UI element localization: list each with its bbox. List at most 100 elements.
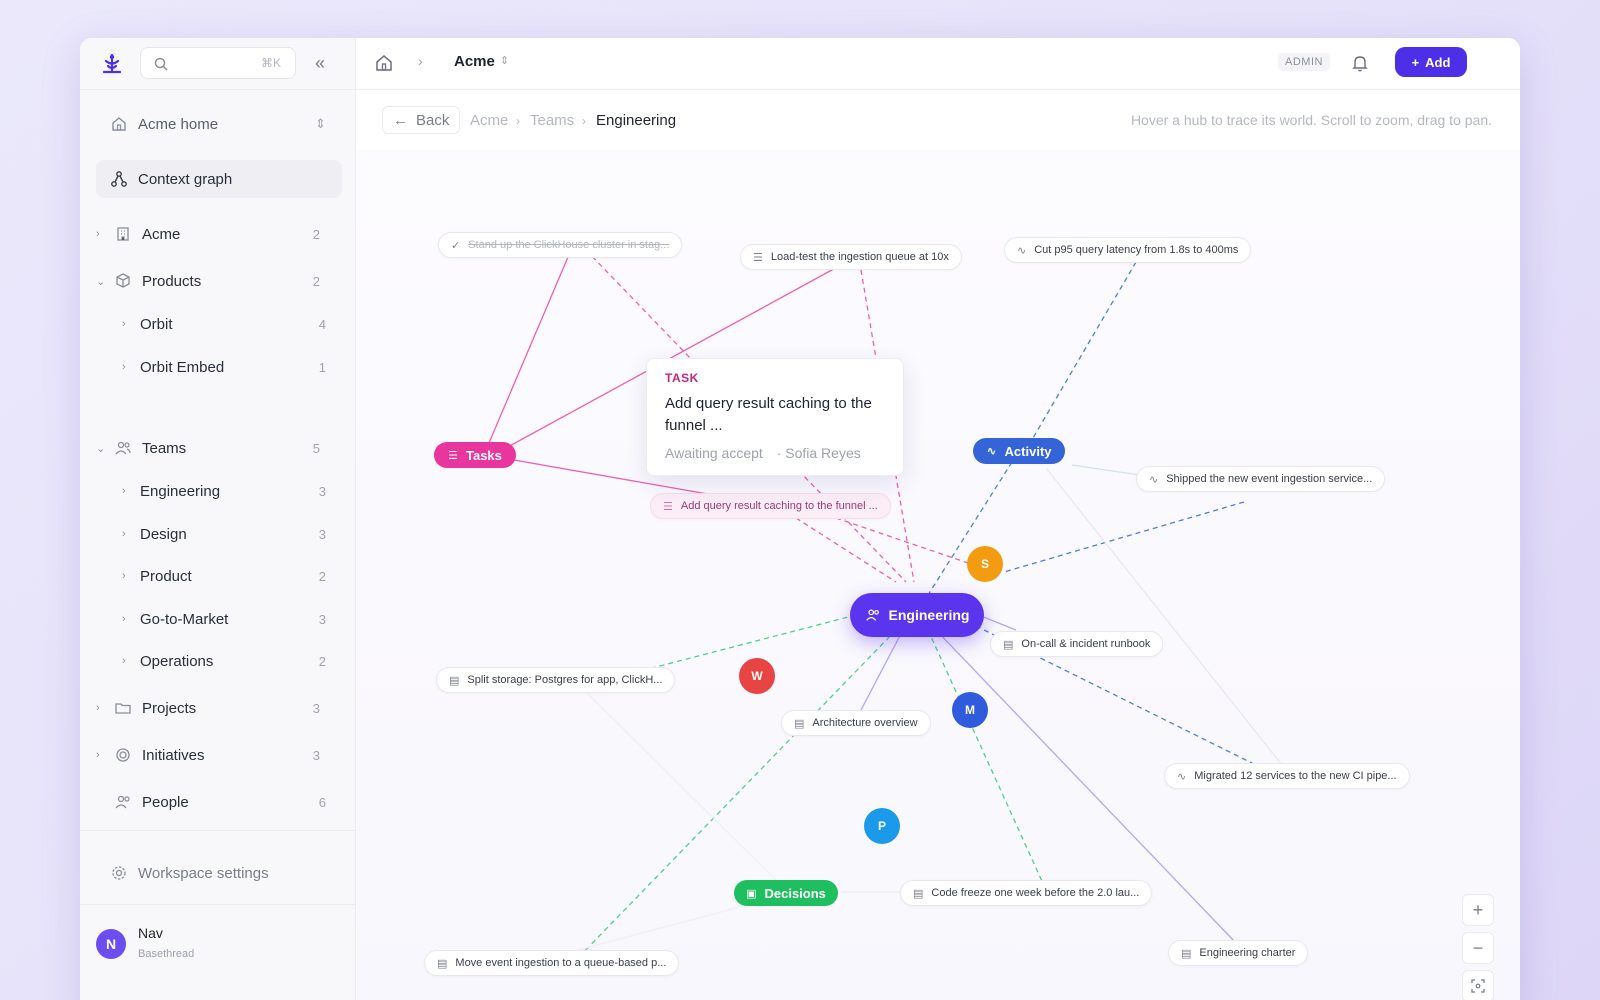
app-logo-icon[interactable] (100, 52, 124, 76)
sidebar-item-count: 3 (312, 747, 320, 763)
graph-node-doc[interactable]: ▤ Architecture overview (781, 710, 931, 736)
sidebar-item-initiatives[interactable]: › Initiatives 3 (90, 736, 336, 774)
topbar: › Acme ⇕ ADMIN + Add (356, 38, 1520, 90)
sidebar-header: ⌘K « (80, 38, 356, 90)
sidebar-item-engineering[interactable]: › Engineering 3 (116, 472, 336, 510)
graph-node-doc[interactable]: ▤ On-call & incident runbook (990, 631, 1164, 657)
sidebar-item-count: 2 (318, 568, 326, 584)
sidebar-item-people[interactable]: People 6 (96, 783, 342, 821)
graph-node-decision[interactable]: ▤ Split storage: Postgres for app, Click… (436, 667, 676, 693)
hub-decisions[interactable]: ▣ Decisions (734, 880, 838, 906)
graph-node-decision[interactable]: ▤ Code freeze one week before the 2.0 la… (900, 880, 1153, 906)
arrow-left-icon: ← (393, 111, 408, 129)
sidebar-item-count: 3 (318, 526, 326, 542)
sidebar-item-acme[interactable]: › Acme 2 (90, 215, 336, 253)
role-badge: ADMIN (1278, 53, 1330, 71)
node-label: On-call & incident runbook (1021, 638, 1151, 650)
hub-activity[interactable]: ∿ Activity (973, 438, 1065, 464)
sidebar-item-product[interactable]: › Product 2 (116, 557, 336, 595)
folder-icon (115, 703, 131, 714)
graph-node-doc[interactable]: ▤ Engineering charter (1168, 940, 1309, 966)
sidebar-item-go-to-market[interactable]: › Go-to-Market 3 (116, 600, 336, 638)
sidebar-item-label: Design (140, 525, 187, 543)
node-tooltip: TASK Add query result caching to the fun… (646, 358, 904, 476)
sidebar-item-label: Acme (142, 225, 181, 243)
sidebar-item-operations[interactable]: › Operations 2 (116, 642, 336, 680)
sidebar-item-design[interactable]: › Design 3 (116, 515, 336, 553)
context-graph-canvas[interactable]: ✓ Stand up the ClickHouse cluster in sta… (356, 150, 1520, 1000)
person-avatar[interactable]: M (952, 692, 988, 728)
sidebar-item-label: Initiatives (142, 746, 205, 764)
breadcrumb-item[interactable]: Teams (530, 112, 574, 129)
node-label: Load-test the ingestion queue at 10x (770, 251, 949, 263)
sidebar-item-count: 2 (312, 273, 320, 289)
graph-node-activity[interactable]: ∿ Cut p95 query latency from 1.8s to 400… (1004, 237, 1252, 263)
home-icon[interactable] (374, 53, 394, 73)
sidebar-item-acme-home[interactable]: Acme home ⇕ (96, 105, 342, 143)
graph-icon (111, 171, 127, 187)
graph-node-task-hovered[interactable]: ☰ Add query result caching to the funnel… (650, 493, 891, 519)
graph-node-task[interactable]: ☰ Load-test the ingestion queue at 10x (740, 244, 962, 270)
chevron-right-icon: › (122, 318, 126, 330)
collapse-sidebar-icon[interactable]: « (308, 52, 332, 76)
graph-node-activity[interactable]: ∿ Shipped the new event ingestion servic… (1136, 466, 1386, 492)
divider (80, 830, 356, 831)
sidebar-item-context-graph[interactable]: Context graph (96, 160, 342, 198)
cube-icon (116, 273, 130, 288)
sidebar-item-products[interactable]: ⌄ Products 2 (90, 262, 336, 300)
document-icon: ▤ (794, 717, 805, 730)
target-icon (116, 748, 130, 762)
chevron-right-icon: › (582, 114, 586, 128)
sidebar-item-label: People (142, 793, 189, 811)
chevron-right-icon: › (122, 570, 126, 582)
users-icon (865, 609, 879, 621)
back-button[interactable]: ← Back (382, 106, 461, 134)
chevron-right-icon: › (96, 702, 100, 714)
sidebar-item-orbit[interactable]: › Orbit 4 (116, 305, 336, 343)
tooltip-status: Awaiting accept (665, 445, 763, 461)
person-avatar[interactable]: W (739, 658, 775, 694)
sidebar-item-label: Go-to-Market (140, 610, 229, 628)
sidebar-item-projects[interactable]: › Projects 3 (90, 689, 336, 727)
chevron-updown-icon[interactable]: ⇕ (500, 54, 509, 67)
zoom-in-button[interactable]: + (1462, 894, 1494, 926)
hub-tasks[interactable]: ☰ Tasks (434, 442, 516, 468)
breadcrumb-item[interactable]: Acme (470, 112, 508, 129)
sidebar-item-label: Products (142, 272, 202, 290)
add-button-label: Add (1425, 54, 1451, 70)
back-button-label: Back (416, 111, 450, 129)
document-icon: ▤ (1003, 638, 1014, 651)
graph-node-decision[interactable]: ▤ Move event ingestion to a queue-based … (424, 950, 680, 976)
sidebar-item-label: Orbit (140, 315, 173, 333)
pulse-icon: ∿ (1017, 244, 1027, 257)
sidebar: ⌘K « Acme home ⇕ Context graph › Acme 2 … (80, 38, 356, 1000)
sidebar-item-label: Engineering (140, 482, 221, 500)
graph-node-activity[interactable]: ∿ Migrated 12 services to the new CI pip… (1164, 763, 1410, 789)
sidebar-item-count: 2 (318, 653, 326, 669)
add-button[interactable]: + Add (1395, 47, 1467, 77)
chevron-right-icon: › (122, 361, 126, 373)
chevron-right-icon: › (122, 613, 126, 625)
zoom-out-button[interactable]: − (1462, 932, 1494, 964)
home-icon (112, 117, 126, 131)
document-icon: ▤ (913, 887, 924, 900)
sidebar-item-label: Teams (142, 439, 187, 457)
node-label: Migrated 12 services to the new CI pipe.… (1194, 770, 1397, 782)
decision-icon: ▣ (746, 887, 757, 900)
sidebar-item-count: 3 (312, 700, 320, 716)
person-avatar[interactable]: S (967, 546, 1003, 582)
fit-view-button[interactable] (1462, 970, 1494, 1000)
workspace-switcher[interactable]: Acme (454, 53, 495, 70)
sidebar-item-orbit-embed[interactable]: › Orbit Embed 1 (116, 348, 336, 386)
graph-node-task[interactable]: ✓ Stand up the ClickHouse cluster in sta… (438, 232, 683, 258)
sidebar-item-teams[interactable]: ⌄ Teams 5 (90, 429, 336, 467)
sidebar-item-count: 3 (318, 611, 326, 627)
plus-icon: + (1411, 54, 1420, 70)
bell-icon[interactable] (1350, 53, 1370, 73)
search-input[interactable]: ⌘K (140, 47, 296, 79)
hub-engineering[interactable]: Engineering (850, 593, 984, 637)
sidebar-item-workspace-settings[interactable]: Workspace settings (96, 854, 342, 892)
chevron-right-icon: › (96, 228, 100, 240)
person-avatar[interactable]: P (864, 808, 900, 844)
avatar[interactable]: N (96, 929, 126, 959)
